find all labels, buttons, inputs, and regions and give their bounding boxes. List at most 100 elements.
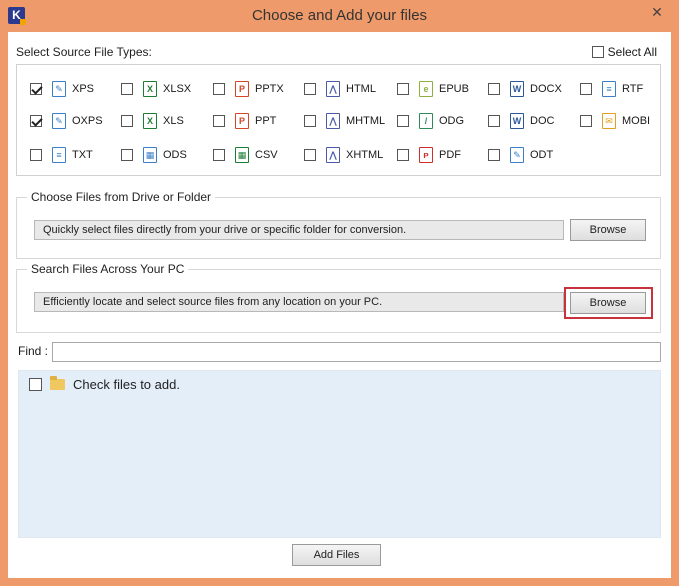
file-type-odg[interactable]: / ODG [397,111,464,131]
doc-file-icon: W [510,113,524,129]
close-button[interactable]: ✕ [643,2,671,22]
file-type-ods[interactable]: ▦ ODS [121,145,187,165]
odt-file-icon: ✎ [510,147,524,163]
file-type-xls[interactable]: X XLS [121,111,184,131]
select-all-checkbox[interactable] [591,46,604,58]
file-type-checkbox-txt[interactable] [30,149,42,161]
file-type-checkbox-mobi[interactable] [580,115,592,127]
file-type-oxps[interactable]: ✎ OXPS [30,111,103,131]
file-type-csv[interactable]: ▦ CSV [213,145,278,165]
txt-file-icon: ≡ [52,147,66,163]
file-type-label: PPTX [255,83,284,95]
add-files-button[interactable]: Add Files [292,544,381,566]
file-types-label: Select Source File Types: [16,45,152,59]
file-tree[interactable]: Check files to add. [18,370,661,538]
file-type-checkbox-docx[interactable] [488,83,500,95]
pdf-file-icon: ᴘ [419,147,433,163]
file-type-xlsx[interactable]: X XLSX [121,79,191,99]
file-type-label: EPUB [439,83,469,95]
file-type-checkbox-csv[interactable] [213,149,225,161]
tree-root-label: Check files to add. [73,377,180,392]
file-type-label: RTF [622,83,644,95]
file-type-pdf[interactable]: ᴘ PDF [397,145,461,165]
file-type-label: OXPS [72,115,103,127]
docx-file-icon: W [510,81,524,97]
file-type-checkbox-epub[interactable] [397,83,409,95]
file-type-checkbox-html[interactable] [304,83,316,95]
file-type-label: PPT [255,115,277,127]
file-type-mhtml[interactable]: ⋀ MHTML [304,111,385,131]
find-input[interactable] [52,342,661,362]
file-type-pptx[interactable]: P PPTX [213,79,284,99]
csv-file-icon: ▦ [235,147,249,163]
window-title: Choose and Add your files [251,7,428,24]
file-type-checkbox-ppt[interactable] [213,115,225,127]
file-type-xps[interactable]: ✎ XPS [30,79,94,99]
file-type-ppt[interactable]: P PPT [213,111,276,131]
browse-drive-button[interactable]: Browse [570,219,646,241]
file-type-docx[interactable]: W DOCX [488,79,562,99]
search-pc-group: Search Files Across Your PC Efficiently … [16,262,661,333]
file-type-label: CSV [255,149,278,161]
dialog-content: Select Source File Types: Select All ✎ XP… [8,32,671,578]
file-type-xhtml[interactable]: ⋀ XHTML [304,145,383,165]
ppt-file-icon: P [235,113,249,129]
folder-icon [50,376,65,390]
file-type-label: XLSX [163,83,192,95]
file-type-label: XLS [163,115,184,127]
file-type-rtf[interactable]: ≡ RTF [580,79,643,99]
select-all-control[interactable]: Select All [591,45,657,59]
dialog-window: K Choose and Add your files ✕ Select Sou… [0,0,679,586]
select-all-label: Select All [607,45,657,59]
file-type-mobi[interactable]: ✉ MOBI [580,111,650,131]
xhtml-file-icon: ⋀ [326,147,340,163]
ods-file-icon: ▦ [143,147,157,163]
file-type-txt[interactable]: ≡ TXT [30,145,93,165]
xls-file-icon: X [143,113,157,129]
file-type-doc[interactable]: W DOC [488,111,554,131]
file-type-checkbox-rtf[interactable] [580,83,592,95]
file-type-checkbox-odg[interactable] [397,115,409,127]
file-type-checkbox-xps[interactable] [30,83,42,95]
browse-pc-button[interactable]: Browse [570,292,646,314]
file-type-label: ODG [439,115,465,127]
file-type-epub[interactable]: e EPUB [397,79,469,99]
pptx-file-icon: P [235,81,249,97]
file-type-label: XHTML [346,149,384,161]
file-type-label: MHTML [346,115,386,127]
file-type-label: TXT [72,149,93,161]
file-type-odt[interactable]: ✎ ODT [488,145,553,165]
file-type-checkbox-xhtml[interactable] [304,149,316,161]
file-type-label: PDF [439,149,461,161]
file-type-checkbox-xls[interactable] [121,115,133,127]
xps-file-icon: ✎ [52,81,66,97]
title-bar: K Choose and Add your files ✕ [0,0,679,32]
rtf-file-icon: ≡ [602,81,616,97]
drive-folder-title: Choose Files from Drive or Folder [27,190,216,204]
mobi-file-icon: ✉ [602,113,616,129]
file-type-checkbox-mhtml[interactable] [304,115,316,127]
file-type-checkbox-xlsx[interactable] [121,83,133,95]
file-type-label: XPS [72,83,95,95]
file-type-label: ODS [163,149,187,161]
odg-file-icon: / [419,113,433,129]
file-type-label: ODT [530,149,554,161]
file-type-checkbox-odt[interactable] [488,149,500,161]
file-type-checkbox-pptx[interactable] [213,83,225,95]
xlsx-file-icon: X [143,81,157,97]
file-type-checkbox-doc[interactable] [488,115,500,127]
file-type-checkbox-oxps[interactable] [30,115,42,127]
file-type-label: HTML [346,83,376,95]
file-type-label: DOC [530,115,555,127]
search-pc-info: Efficiently locate and select source fil… [34,292,564,312]
file-type-checkbox-pdf[interactable] [397,149,409,161]
file-type-label: MOBI [622,115,651,127]
file-types-panel: ✎ XPS X XLSX P PPTX ⋀ HTML e EPUB W DOCX ≡ RTF ✎ OXPS X X… [16,64,661,176]
tree-root-item[interactable]: Check files to add. [29,376,180,392]
file-type-checkbox-ods[interactable] [121,149,133,161]
tree-root-checkbox[interactable] [29,378,42,391]
find-label: Find : [18,344,49,358]
drive-folder-group: Choose Files from Drive or Folder Quickl… [16,190,661,259]
drive-folder-info: Quickly select files directly from your … [34,220,564,240]
file-type-html[interactable]: ⋀ HTML [304,79,376,99]
